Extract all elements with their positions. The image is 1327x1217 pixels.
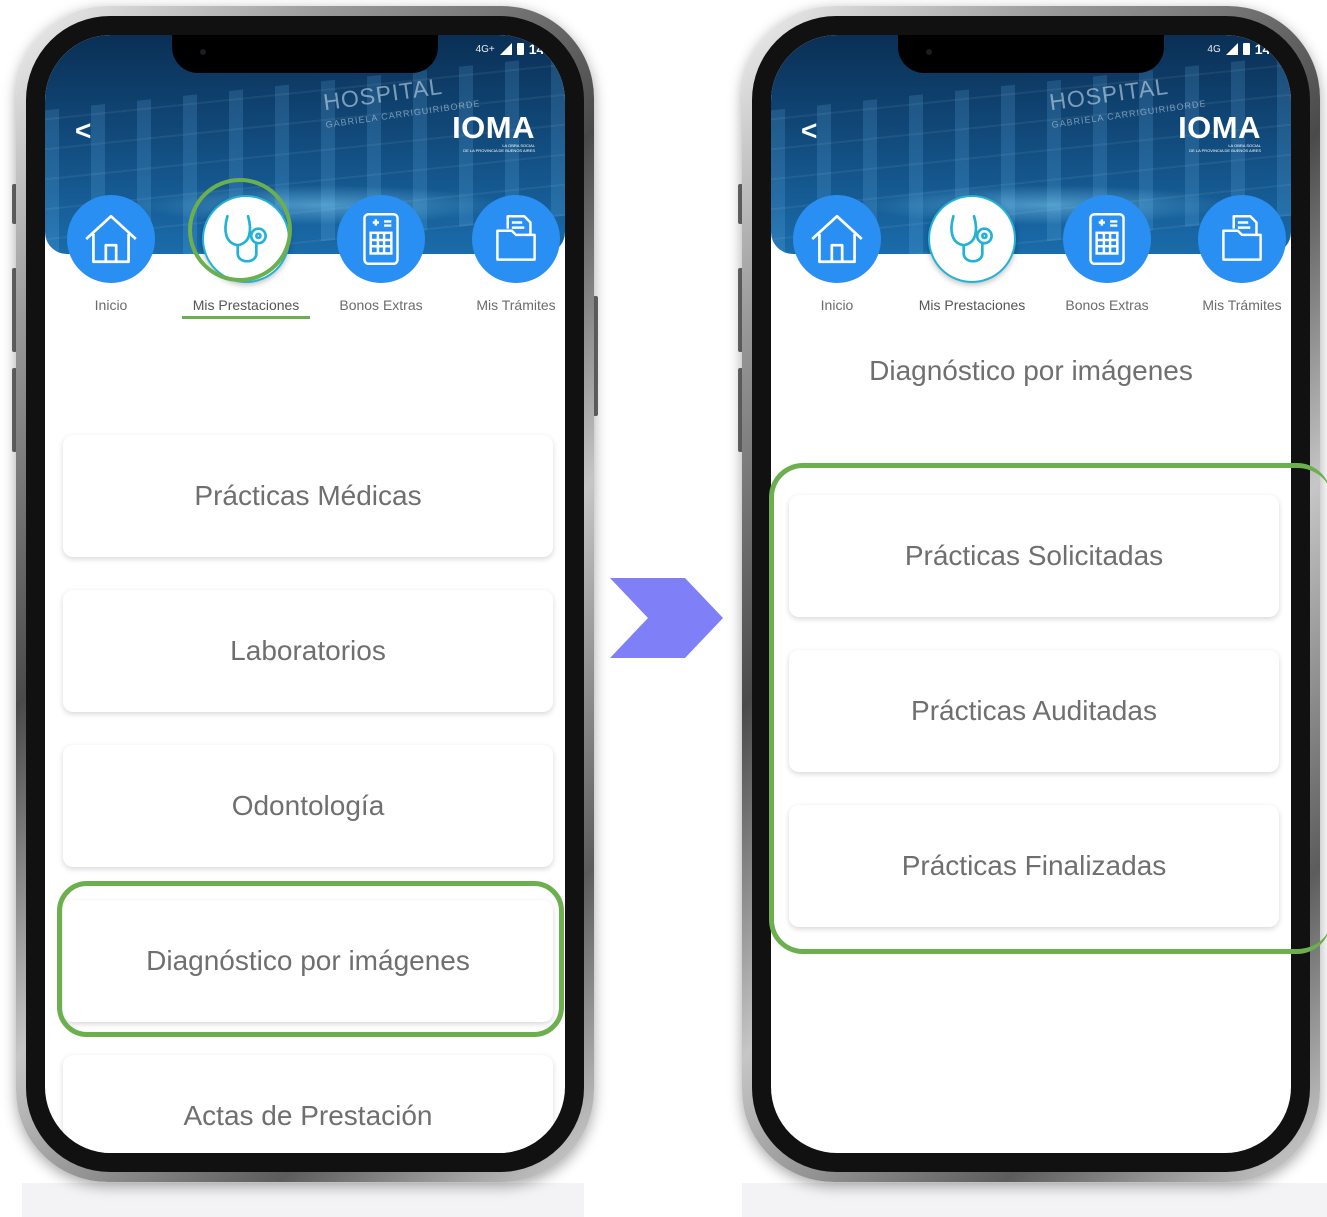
status-bar: 4G+ 14: <box>476 41 549 57</box>
battery-icon <box>516 43 524 55</box>
home-icon <box>793 195 881 283</box>
stethoscope-icon <box>928 195 1016 283</box>
camera-dot <box>200 49 206 55</box>
nav-label: Inicio <box>820 297 854 313</box>
nav-label: Bonos Extras <box>1065 297 1149 313</box>
nav-item-mis-prestaciones[interactable]: Mis Prestaciones <box>914 195 1030 313</box>
brand-subline: DE LA PROVINCIA DE BUENOS AIRES <box>1189 148 1261 153</box>
nav-item-inicio[interactable]: Inicio <box>53 195 169 313</box>
brand-name: IOMA <box>1178 110 1261 145</box>
nav-item-bonos-extras[interactable]: Bonos Extras <box>1049 195 1165 313</box>
phone-right: HOSPITAL GABRIELA CARRIGUIRIBORDE < IOMA… <box>738 6 1327 1182</box>
nav-label: Bonos Extras <box>339 297 423 313</box>
status-bar: 4G 14: <box>1207 41 1275 57</box>
clock: 14: <box>1254 41 1275 57</box>
folder-documents-icon <box>472 195 560 283</box>
phone-reflection-left <box>22 1183 584 1217</box>
menu-card-actas-de-prestacion[interactable]: Actas de Prestación <box>63 1055 553 1153</box>
notch <box>172 35 438 73</box>
next-step-arrow-icon <box>610 578 723 658</box>
network-label: 4G <box>1207 43 1221 55</box>
tablet-calculator-icon <box>1063 195 1151 283</box>
brand-name: IOMA <box>452 110 535 145</box>
nav-item-mis-tramites[interactable]: Mis Trámites <box>1184 195 1291 313</box>
tablet-calculator-icon <box>337 195 425 283</box>
home-icon <box>67 195 155 283</box>
ioma-logo: IOMA LA OBRA SOCIAL DE LA PROVINCIA DE B… <box>1178 112 1261 153</box>
menu-card-odontologia[interactable]: Odontología <box>63 745 553 867</box>
highlight-box-diagnostico <box>57 881 564 1037</box>
brand-subline: DE LA PROVINCIA DE BUENOS AIRES <box>463 148 535 153</box>
nav-label: Mis Trámites <box>476 297 556 313</box>
nav-label: Inicio <box>94 297 128 313</box>
highlight-box-practicas <box>769 463 1327 954</box>
nav-label: Mis Trámites <box>1202 297 1282 313</box>
back-button[interactable]: < <box>75 115 91 147</box>
signal-icon <box>499 43 512 55</box>
page-title: Diagnóstico por imágenes <box>869 355 1193 386</box>
camera-dot <box>926 49 932 55</box>
menu-card-practicas-medicas[interactable]: Prácticas Médicas <box>63 435 553 557</box>
clock: 14: <box>528 41 549 57</box>
nav-item-bonos-extras[interactable]: Bonos Extras <box>323 195 439 313</box>
folder-documents-icon <box>1198 195 1286 283</box>
battery-icon <box>1242 43 1250 55</box>
nav-item-mis-tramites[interactable]: Mis Trámites <box>458 195 565 313</box>
network-label: 4G+ <box>475 43 495 55</box>
nav-label: Mis Prestaciones <box>918 297 1026 313</box>
notch <box>898 35 1164 73</box>
signal-icon <box>1225 43 1238 55</box>
phone-reflection-right <box>742 1183 1327 1217</box>
phone-left: HOSPITAL GABRIELA CARRIGUIRIBORDE < IOMA… <box>12 6 598 1182</box>
nav-item-inicio[interactable]: Inicio <box>779 195 895 313</box>
ioma-logo: IOMA LA OBRA SOCIAL DE LA PROVINCIA DE B… <box>452 112 535 153</box>
menu-card-laboratorios[interactable]: Laboratorios <box>63 590 553 712</box>
back-button[interactable]: < <box>801 115 817 147</box>
highlight-ring-mis-prestaciones <box>188 178 292 282</box>
active-tab-underline <box>182 316 310 319</box>
nav-label: Mis Prestaciones <box>192 297 300 313</box>
